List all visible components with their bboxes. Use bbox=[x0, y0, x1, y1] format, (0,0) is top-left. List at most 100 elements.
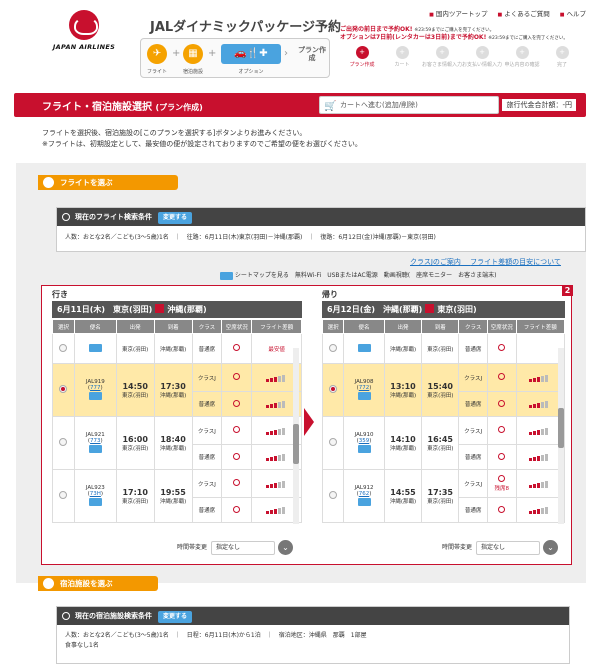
fare-diff-link[interactable]: フライト差額の目安について bbox=[470, 258, 561, 266]
flight-radio[interactable] bbox=[59, 491, 68, 499]
top-link-faq[interactable]: よくあるご質問 bbox=[498, 8, 550, 18]
return-scrollbar[interactable] bbox=[558, 348, 564, 524]
fare-bars-icon bbox=[529, 374, 549, 382]
seatmap-icon[interactable] bbox=[357, 444, 371, 453]
col-header: 空席状況 bbox=[486, 319, 517, 334]
fare-bars-icon bbox=[265, 454, 285, 461]
flight-change-button[interactable]: 変更する bbox=[158, 212, 193, 224]
intro-line2: ※フライトは、初期設定として、最安値の便が設定されておりますのでご希望の便をお選… bbox=[42, 140, 362, 149]
chevron-down-icon[interactable]: ⌄ bbox=[278, 540, 294, 555]
total-price: 旅行代金合計額：-円 bbox=[502, 99, 576, 111]
flight-number-link[interactable]: 762 bbox=[359, 491, 370, 497]
step-label-options: オプション bbox=[238, 69, 264, 75]
return-time-filter: 時間帯変更 指定なし ⌄ bbox=[442, 540, 559, 555]
top-links: 国内ツアートップ よくあるご質問 ヘルプ bbox=[429, 8, 586, 18]
fare-bars-icon bbox=[529, 480, 549, 488]
flight-number-link[interactable]: 777 bbox=[90, 385, 101, 391]
outbound-table: 選択 便名 出発 到着 クラス 空席状況 フライト差額 東京(羽田) 沖縄(那覇) 普通席 最安値 J… bbox=[52, 319, 302, 523]
outbound-scrollbar[interactable] bbox=[293, 348, 299, 524]
availability-circle-icon bbox=[233, 399, 241, 407]
availability-circle-icon bbox=[498, 399, 506, 407]
fare-bars-icon bbox=[529, 454, 549, 461]
flight-radio[interactable] bbox=[59, 385, 68, 393]
wifi-icon bbox=[88, 344, 102, 352]
col-header: フライト差額 bbox=[251, 319, 302, 334]
availability-circle-icon bbox=[233, 505, 241, 513]
plane-icon: ✈ bbox=[147, 44, 167, 64]
progress-step-plan: + プラン作成 bbox=[349, 46, 375, 68]
flight-row: JAL919 (777) 14:50 東京(羽田) 17:30 沖縄(那覇) クラスJ bbox=[52, 363, 302, 417]
cart-label: カートへ進む(追加/削除) bbox=[340, 101, 418, 109]
flight-row: JAL912 (762) 14:55 沖縄(那覇) 17:35 東京(羽田) クラスJ 残席8 bbox=[321, 469, 566, 523]
arrow-right-icon bbox=[304, 408, 314, 436]
outbound-header: 6月11日(木) 東京(羽田) 沖縄(那覇) bbox=[52, 301, 302, 318]
outbound-time-filter: 時間帯変更 指定なし ⌄ bbox=[177, 540, 294, 555]
availability-circle-icon bbox=[233, 373, 241, 380]
flight-radio[interactable] bbox=[59, 438, 68, 446]
fare-bars-icon bbox=[265, 401, 285, 408]
chevron-down-icon[interactable]: ⌄ bbox=[543, 540, 559, 555]
seatmap-icon[interactable] bbox=[357, 391, 371, 400]
hotel-search-conditions: 現在の宿泊施設検索条件 変更する 人数：おとな2名／こども(3〜5歳)1名 ｜ 日… bbox=[56, 606, 570, 664]
flight-search-conditions: 現在のフライト検索条件 変更する 人数：おとな2名／こども(3〜5歳)1名 ｜ 往… bbox=[56, 207, 586, 252]
flight-radio[interactable] bbox=[329, 438, 338, 446]
progress-steps: + プラン作成 + カート + お客さま情報入力 + お支払い情報入力 + 申込内容の確認… bbox=[342, 46, 587, 86]
amenity-legend: シートマップを見る 無料Wi-Fi USBまたはAC電源 動画視聴( 座席モニタ… bbox=[220, 270, 496, 280]
col-header: 出発 bbox=[383, 319, 423, 334]
top-link-help[interactable]: ヘルプ bbox=[560, 8, 587, 18]
options-icon: 🚗🍴✚ bbox=[221, 44, 281, 64]
flight-radio[interactable] bbox=[329, 491, 338, 499]
intro-text: フライトを選択後、宿泊施設の[このプランを選択する]ボタンよりお進みください。 … bbox=[42, 128, 362, 150]
flight-radio[interactable] bbox=[59, 343, 68, 352]
top-link-domestic[interactable]: 国内ツアートップ bbox=[429, 8, 488, 18]
arrow-right-icon: › bbox=[284, 48, 288, 59]
flight-number-link[interactable]: 772 bbox=[359, 385, 370, 391]
fare-bars-icon bbox=[265, 427, 285, 435]
return-label: 帰り bbox=[322, 290, 338, 299]
fare-bars-icon bbox=[529, 401, 549, 408]
fare-bars-icon bbox=[529, 507, 549, 514]
availability-circle-icon bbox=[233, 426, 241, 433]
classj-link[interactable]: クラスJのご案内 bbox=[410, 258, 461, 266]
outbound-time-select[interactable]: 指定なし bbox=[211, 540, 276, 555]
seatmap-icon bbox=[220, 272, 233, 280]
flight-row: JAL910 (359) 14:10 沖縄(那覇) 16:45 東京(羽田) クラスJ bbox=[321, 416, 566, 470]
flight-row: 沖縄(那覇) 東京(羽田) 普通席 bbox=[321, 333, 566, 364]
flight-radio[interactable] bbox=[329, 343, 338, 352]
availability-circle-icon bbox=[233, 452, 241, 460]
cart-icon: 🛒 bbox=[324, 101, 337, 112]
flight-section-header: フライトを選ぶ bbox=[38, 175, 178, 190]
plan-steps: ✈ フライト + ▦ 宿泊施設 + 🚗🍴✚ オプション › プラン作成 bbox=[140, 38, 330, 78]
notice-line1: ご出発の前日まで予約OK! bbox=[340, 26, 413, 33]
notice-line2-small: ※23:59までにご購入を完了ください。 bbox=[488, 36, 568, 42]
seatmap-icon[interactable] bbox=[88, 444, 102, 453]
return-table: 選択 便名 出発 到着 クラス 空席状況 フライト差額 沖縄(那覇) 東京(羽田) 普通席 JAL9… bbox=[321, 319, 566, 523]
return-time-select[interactable]: 指定なし bbox=[476, 540, 541, 555]
availability-circle-icon bbox=[498, 505, 506, 513]
seatmap-icon[interactable] bbox=[357, 497, 371, 506]
hotel-change-button[interactable]: 変更する bbox=[158, 611, 193, 623]
col-header: 出発 bbox=[115, 319, 155, 334]
hotel-cond-body: 人数：おとな2名／こども(3〜5歳)1名 ｜ 日程：6月11日(木)から1泊 ｜… bbox=[65, 632, 367, 649]
fare-bars-icon bbox=[265, 374, 285, 382]
info-links: クラスJのご案内 フライト差額の目安について bbox=[410, 257, 561, 267]
seatmap-icon[interactable] bbox=[88, 497, 102, 506]
step-label-flight: フライト bbox=[146, 69, 167, 75]
flight-radio[interactable] bbox=[329, 385, 338, 393]
col-header: 便名 bbox=[73, 319, 117, 334]
progress-step-payment: + お支払い情報入力 bbox=[462, 46, 503, 68]
return-header: 6月12日(金) 沖縄(那覇) 東京(羽田) bbox=[322, 301, 565, 318]
flight-number-link[interactable]: 359 bbox=[359, 438, 370, 444]
flight-cond-body: 人数：おとな2名／こども(3〜5歳)1名 ｜ 往路：6月11日(木)東京(羽田)… bbox=[65, 234, 436, 241]
flight-number-link[interactable]: 773 bbox=[90, 438, 101, 444]
col-header: 空席状況 bbox=[221, 319, 253, 334]
flight-number-link[interactable]: 73H bbox=[90, 491, 101, 497]
jal-logo[interactable]: JAPAN AIRLINES bbox=[38, 10, 130, 51]
col-header: フライト差額 bbox=[515, 319, 566, 334]
seatmap-icon[interactable] bbox=[88, 391, 102, 400]
flight-row: JAL923 (73H) 17:10 東京(羽田) 19:55 沖縄(那覇) クラスJ bbox=[52, 469, 302, 523]
availability-circle-icon bbox=[233, 479, 241, 486]
availability-circle-icon bbox=[498, 452, 506, 460]
col-header: 選択 bbox=[52, 319, 75, 334]
cart-button[interactable]: 🛒 カートへ進む(追加/削除) bbox=[319, 96, 499, 114]
